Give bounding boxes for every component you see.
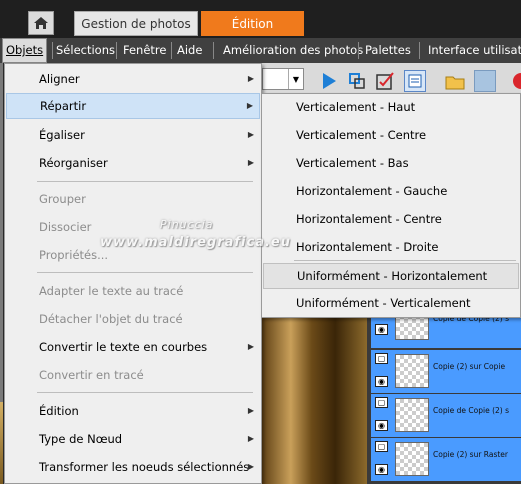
watermark-url: www.maldiregrafica.eu [100, 235, 291, 250]
chevron-down-icon: ▼ [288, 69, 303, 89]
submenu-item-uniform-horizontal[interactable]: Uniformément - Horizontalement [263, 263, 519, 289]
canvas-edge [0, 402, 3, 484]
menu-item-reorganiser[interactable]: Réorganiser ▶ [6, 150, 260, 176]
menu-item-type-noeud[interactable]: Type de Nœud ▶ [6, 426, 260, 452]
menu-objets[interactable]: Objets [2, 38, 48, 63]
submenu-arrow-icon: ▶ [247, 342, 254, 351]
layer-thumbnail [395, 398, 429, 432]
menu-item-adapter-texte[interactable]: Adapter le texte au tracé [6, 278, 260, 304]
layer-row[interactable]: ▢ Copie (2) sur Copie ◉ [371, 350, 521, 393]
stop-icon[interactable] [511, 70, 521, 92]
menu-item-grouper[interactable]: Grouper [6, 186, 260, 212]
eye-icon[interactable]: ◉ [375, 324, 388, 335]
layer-type-icon: ▢ [375, 353, 388, 364]
menu-divider [294, 260, 516, 261]
layer-name: Copie (2) sur Raster [433, 450, 508, 459]
submenu-arrow-icon: ▶ [247, 434, 254, 443]
layer-name: Copie (2) sur Copie [433, 362, 506, 371]
tab-photo-management[interactable]: Gestion de photos [74, 11, 198, 36]
layer-thumbnail [395, 354, 429, 388]
objets-menu: Aligner ▶ Répartir ▶ Égaliser ▶ Réorganiser… [4, 63, 262, 484]
home-button[interactable] [28, 11, 54, 35]
submenu-arrow-icon: ▶ [247, 130, 254, 139]
layer-type-icon: ▢ [375, 397, 388, 408]
submenu-arrow-icon: ▶ [247, 406, 254, 415]
eye-icon[interactable]: ◉ [375, 420, 388, 431]
eye-icon[interactable]: ◉ [375, 464, 388, 475]
folder-icon[interactable] [444, 70, 466, 92]
repartir-submenu: Verticalement - Haut Verticalement - Cen… [261, 93, 521, 318]
submenu-item-v-bas[interactable]: Verticalement - Bas [263, 150, 519, 176]
layer-thumbnail [395, 442, 429, 476]
layers-panel: Copie de Copie (2) s ◉ ▢ Copie (2) sur C… [367, 306, 521, 484]
menu-palettes[interactable]: Palettes [365, 38, 411, 63]
menu-item-egaliser[interactable]: Égaliser ▶ [6, 122, 260, 148]
menu-divider [37, 181, 253, 182]
submenu-arrow-icon: ▶ [247, 74, 254, 83]
edit-check-icon[interactable] [374, 70, 396, 92]
menu-amelioration[interactable]: Amélioration des photos [223, 38, 363, 63]
menu-aide[interactable]: Aide [177, 38, 202, 63]
eye-icon[interactable]: ◉ [375, 376, 388, 387]
image-canvas [261, 310, 367, 484]
layer-name: Copie de Copie (2) s [433, 406, 510, 415]
menu-interface[interactable]: Interface utilisateur [428, 38, 521, 63]
submenu-item-v-centre[interactable]: Verticalement - Centre [263, 122, 519, 148]
watermark-name: Pinuccia [160, 218, 214, 231]
menu-selections[interactable]: Sélections [56, 38, 115, 63]
submenu-item-uniform-vertical[interactable]: Uniformément - Verticalement [263, 290, 519, 316]
layer-type-icon: ▢ [375, 441, 388, 452]
menu-item-aligner[interactable]: Aligner ▶ [6, 66, 260, 92]
home-icon [34, 17, 48, 29]
submenu-item-h-gauche[interactable]: Horizontalement - Gauche [263, 178, 519, 204]
menu-fenetre[interactable]: Fenêtre [123, 38, 166, 63]
menu-divider [37, 392, 253, 393]
transform-icon[interactable] [346, 70, 368, 92]
submenu-arrow-icon: ▶ [246, 101, 253, 110]
square-tool-icon[interactable] [474, 70, 496, 92]
menu-item-detacher-objet[interactable]: Détacher l'objet du tracé [6, 306, 260, 332]
list-panel-icon[interactable] [404, 70, 426, 92]
layer-row[interactable]: ▢ Copie (2) sur Raster ◉ [371, 438, 521, 481]
menu-item-convertir-courbes[interactable]: Convertir le texte en courbes ▶ [6, 334, 260, 360]
menu-item-convertir-trace[interactable]: Convertir en tracé [6, 362, 260, 388]
menu-item-edition[interactable]: Édition ▶ [6, 398, 260, 424]
menu-item-repartir[interactable]: Répartir ▶ [6, 93, 260, 119]
submenu-item-v-haut[interactable]: Verticalement - Haut [263, 94, 519, 120]
submenu-arrow-icon: ▶ [247, 158, 254, 167]
toolbar-dropdown[interactable]: ▼ [262, 68, 304, 90]
watermark: Pinuccia www.maldiregrafica.eu [0, 218, 521, 258]
play-icon[interactable] [318, 70, 340, 92]
menu-divider [37, 272, 253, 273]
menu-bar: Objets Sélections Fenêtre Aide Améliorat… [0, 38, 521, 63]
tab-edit[interactable]: Édition [201, 11, 304, 36]
submenu-arrow-icon: ▶ [247, 462, 254, 471]
menu-item-transformer-noeuds[interactable]: Transformer les noeuds sélectionnés ▶ [6, 454, 260, 480]
layer-row[interactable]: ▢ Copie de Copie (2) s ◉ [371, 394, 521, 437]
